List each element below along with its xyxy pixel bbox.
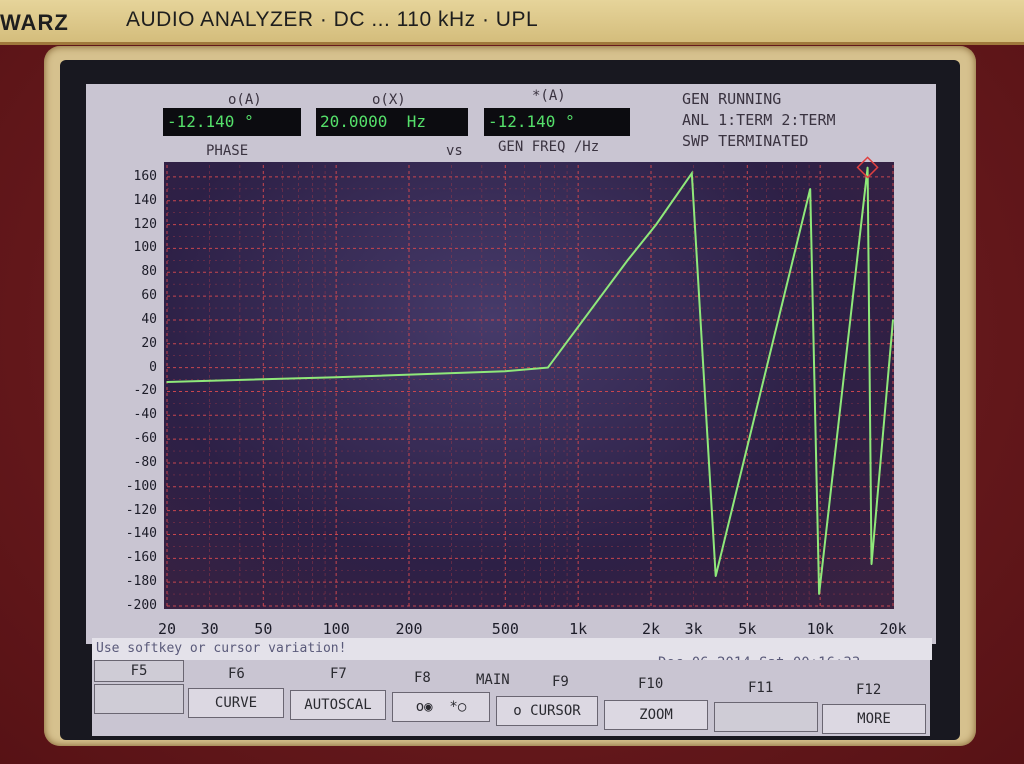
autoscal-button[interactable]: AUTOSCAL — [290, 690, 386, 720]
x-tick-label: 500 — [491, 620, 519, 638]
cursor-button[interactable]: o CURSOR — [496, 696, 598, 726]
y-tick-label: -40 — [133, 407, 157, 423]
y-tick-label: -140 — [125, 526, 157, 542]
more-button[interactable]: MORE — [822, 704, 926, 734]
x-tick-label: 20k — [879, 620, 907, 638]
y-tick-label: 60 — [141, 288, 157, 304]
x-tick-label: 3k — [684, 620, 703, 638]
readout-x-title: o(X) — [372, 92, 406, 108]
x-tick-label: 200 — [395, 620, 423, 638]
readout-a-value[interactable]: -12.140 ° — [163, 108, 301, 136]
y-tick-label: 0 — [149, 359, 157, 375]
status-anl: ANL 1:TERM 2:TERM — [682, 111, 836, 129]
status-swp: SWP TERMINATED — [682, 132, 809, 150]
main-label: MAIN — [476, 672, 510, 688]
cursor-select-button[interactable]: o◉ *○ — [392, 692, 490, 722]
instrument-header: WARZ AUDIO ANALYZER · DC ... 110 kHz · U… — [0, 0, 1024, 45]
y-tick-label: -200 — [125, 598, 157, 613]
x-tick-label: 100 — [322, 620, 350, 638]
readout-star-value[interactable]: -12.140 ° — [484, 108, 630, 136]
readout-x-caption: vs — [446, 143, 463, 159]
f11-label: F11 — [748, 680, 774, 696]
x-tick-label: 5k — [738, 620, 757, 638]
model-label: AUDIO ANALYZER · DC ... 110 kHz · UPL — [126, 8, 539, 31]
y-tick-label: 160 — [133, 168, 157, 184]
f5-softkey[interactable] — [94, 684, 184, 714]
y-tick-label: -20 — [133, 383, 157, 399]
y-tick-label: -180 — [125, 574, 157, 590]
y-tick-label: 120 — [133, 216, 157, 232]
f12-label: F12 — [856, 682, 882, 698]
readout-a-caption: PHASE — [206, 143, 249, 159]
y-tick-label: 140 — [133, 192, 157, 208]
status-gen: GEN RUNNING — [682, 90, 782, 108]
y-tick-label: -60 — [133, 431, 157, 447]
readout-x-value[interactable]: 20.0000 Hz — [316, 108, 468, 136]
y-tick-label: 20 — [141, 335, 157, 351]
y-tick-label: -100 — [125, 478, 157, 494]
f11-softkey[interactable] — [714, 702, 818, 732]
f6-label: F6 — [228, 666, 245, 682]
message-text: Use softkey or cursor variation! — [96, 641, 347, 656]
brand-logo: WARZ — [0, 10, 69, 35]
x-tick-label: 50 — [254, 620, 273, 638]
y-tick-label: -80 — [133, 454, 157, 470]
y-tick-label: 100 — [133, 240, 157, 256]
f8-label: F8 — [414, 670, 431, 686]
y-tick-label: -160 — [125, 550, 157, 566]
f5-key[interactable]: F5 — [94, 660, 184, 682]
readout-star-title: *(A) — [532, 88, 566, 104]
f9-label: F9 — [552, 674, 569, 690]
x-tick-label: 20 — [158, 620, 177, 638]
f10-label: F10 — [638, 676, 664, 692]
curve-button[interactable]: CURVE — [188, 688, 284, 718]
x-tick-label: 1k — [569, 620, 588, 638]
readout-a-title: o(A) — [228, 92, 262, 108]
readout-star-caption: GEN FREQ /Hz — [498, 139, 600, 155]
x-tick-label: 30 — [200, 620, 219, 638]
zoom-button[interactable]: ZOOM — [604, 700, 708, 730]
plot-area[interactable] — [164, 162, 894, 609]
x-tick-label: 2k — [642, 620, 661, 638]
y-tick-label: 40 — [141, 311, 157, 327]
f7-label: F7 — [330, 666, 347, 682]
y-tick-label: 80 — [141, 264, 157, 280]
y-tick-label: -120 — [125, 502, 157, 518]
x-tick-label: 10k — [806, 620, 834, 638]
